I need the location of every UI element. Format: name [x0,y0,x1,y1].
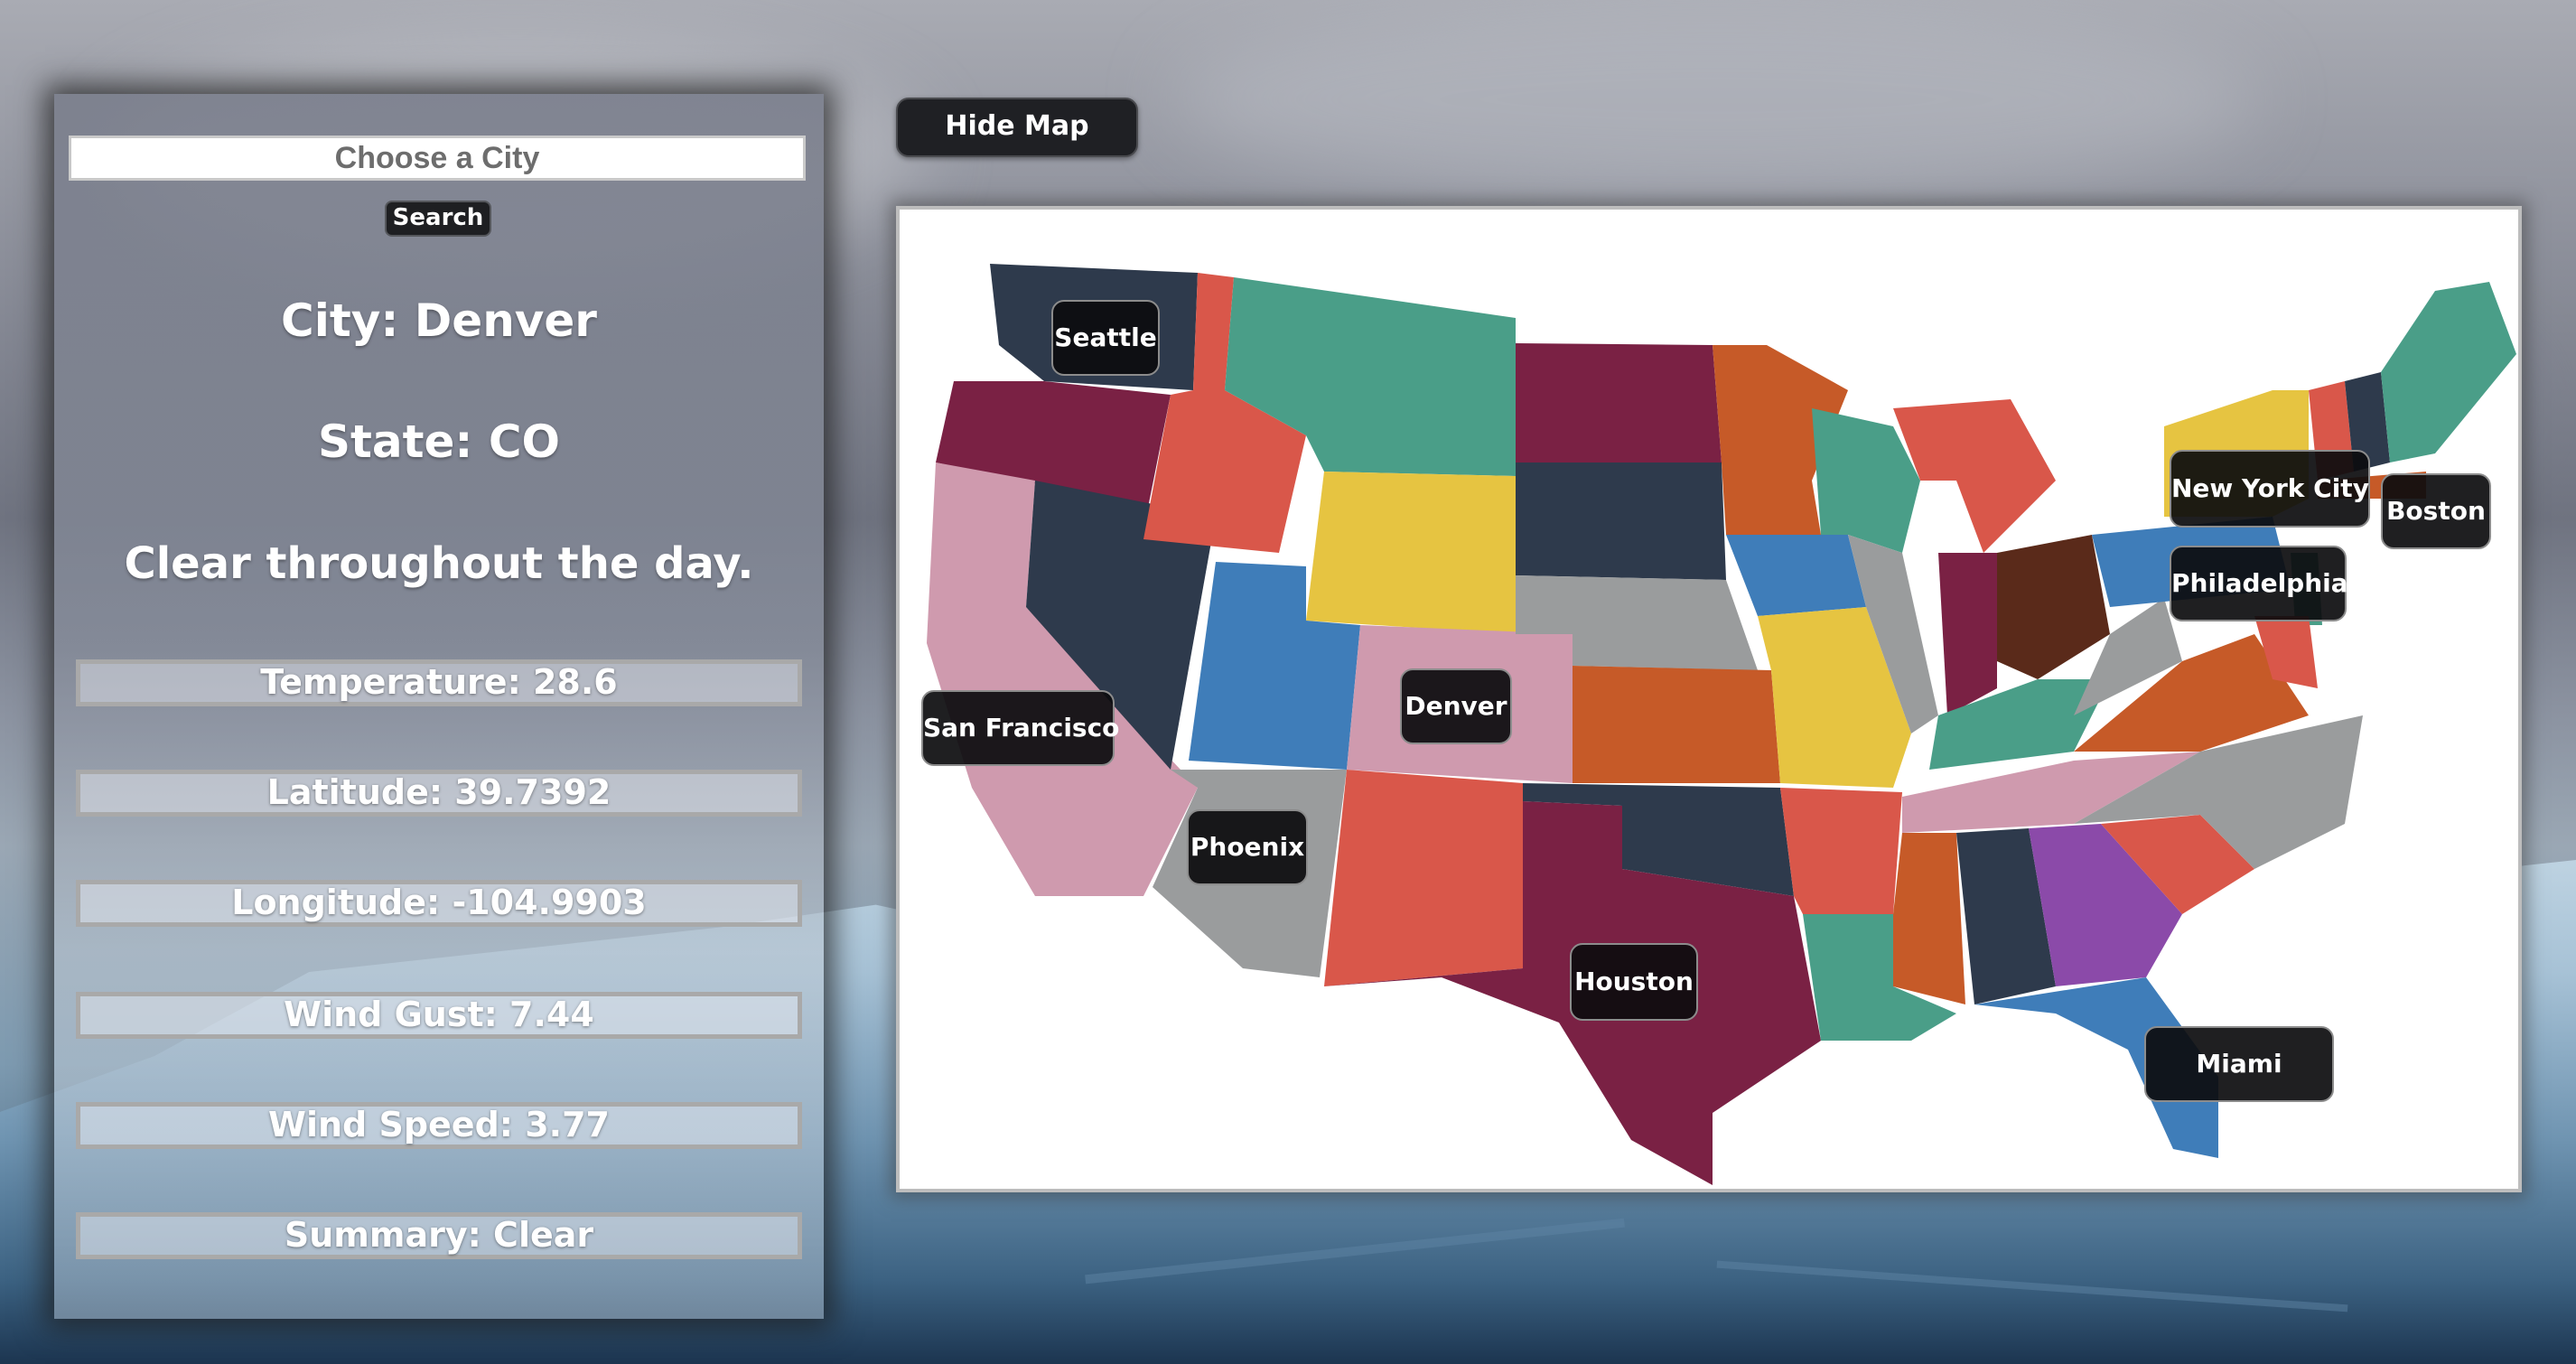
state-iowa [1726,535,1866,616]
hide-map-button[interactable]: Hide Map [896,98,1138,157]
state-name: State: CO [317,416,561,468]
wind-speed-stat: Wind Speed: 3.77 [76,1102,802,1149]
city-marker-philadelphia[interactable]: Philadelphia [2170,546,2348,621]
state-kansas [1573,666,1780,783]
state-ohio [1997,535,2110,679]
state-new-mexico [1324,770,1523,986]
state-arkansas [1780,788,1902,914]
city-marker-denver[interactable]: Denver [1400,668,1512,744]
state-wyoming [1306,472,1516,634]
city-marker-seattle[interactable]: Seattle [1051,300,1160,376]
temperature-stat: Temperature: 28.6 [76,659,802,706]
city-marker-miami[interactable]: Miami [2144,1026,2334,1102]
weather-panel: Search City: Denver State: CO Clear thro… [54,94,824,1319]
city-marker-boston[interactable]: Boston [2381,473,2491,549]
city-search-input[interactable] [69,135,806,181]
city-name: City: Denver [281,294,597,347]
state-indiana [1938,553,1997,715]
city-marker-houston[interactable]: Houston [1570,943,1698,1021]
state-south-dakota [1516,462,1726,580]
search-button[interactable]: Search [385,201,491,237]
state-north-dakota [1516,343,1722,462]
city-marker-san-francisco[interactable]: San Francisco [921,690,1119,766]
latitude-stat: Latitude: 39.7392 [76,770,802,817]
longitude-stat: Longitude: -104.9903 [76,880,802,927]
weather-summary-text: Clear throughout the day. [124,538,754,589]
summary-stat: Summary: Clear [76,1212,802,1259]
city-marker-new-york-city[interactable]: New York City [2170,450,2370,528]
city-marker-phoenix[interactable]: Phoenix [1187,809,1308,885]
us-map: Seattle San Francisco Phoenix Denver Hou… [896,206,2522,1192]
wind-gust-stat: Wind Gust: 7.44 [76,992,802,1039]
state-mississippi [1893,833,1965,1004]
state-maine [2381,282,2516,462]
